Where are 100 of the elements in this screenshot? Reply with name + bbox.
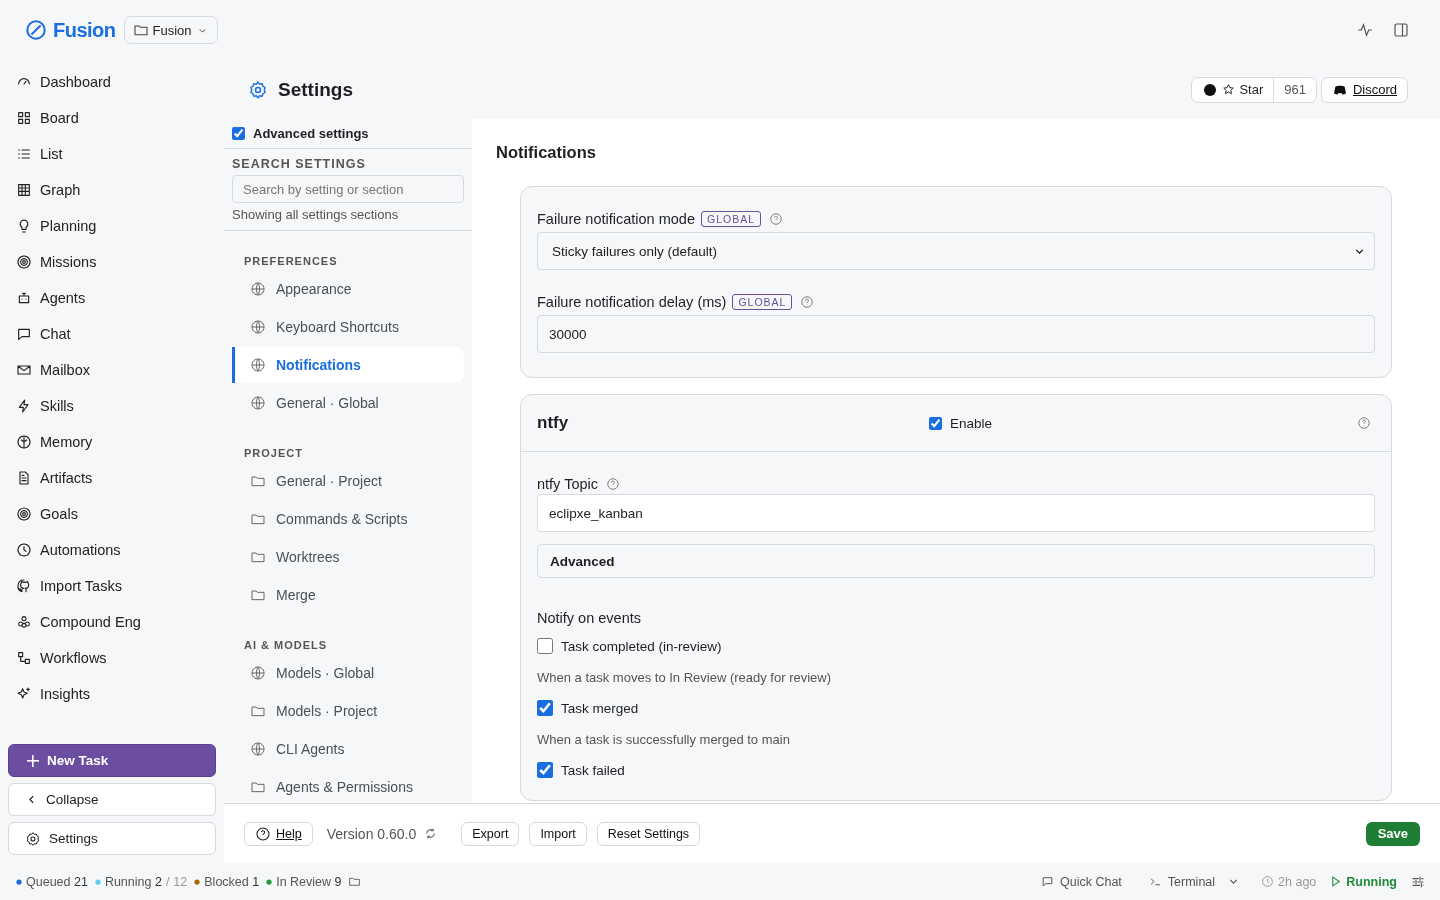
sidebar-item[interactable]: Chat xyxy=(8,316,216,352)
folder-icon xyxy=(250,587,266,603)
folder-icon xyxy=(250,549,266,565)
event-checkbox[interactable] xyxy=(537,700,553,716)
chat-icon xyxy=(16,326,32,342)
terminal-button[interactable]: Terminal xyxy=(1142,873,1247,890)
sidebar-item[interactable]: List xyxy=(8,136,216,172)
section-title: Notifications xyxy=(496,143,597,162)
event-checkbox[interactable] xyxy=(537,638,553,654)
settings-nav-item[interactable]: Models · Project xyxy=(232,693,464,729)
advanced-settings-checkbox[interactable] xyxy=(232,127,245,140)
target-icon xyxy=(16,506,32,522)
sidebar-item[interactable]: Automations xyxy=(8,532,216,568)
events-heading: Notify on events xyxy=(537,610,642,626)
list-icon xyxy=(16,146,32,162)
sidebar-item[interactable]: Workflows xyxy=(8,640,216,676)
event-toggle[interactable]: Task failed xyxy=(537,760,1375,780)
workflow-icon xyxy=(16,650,32,666)
settings-nav-item[interactable]: CLI Agents xyxy=(232,731,464,767)
event-toggle[interactable]: Task merged xyxy=(537,698,1375,718)
project-selector[interactable]: Fusion xyxy=(123,16,218,44)
status-count: Blocked 1 xyxy=(204,874,260,889)
last-run-time: 2h ago xyxy=(1278,874,1317,889)
globe-icon xyxy=(250,357,266,373)
help-icon[interactable] xyxy=(800,295,815,309)
settings-nav-item[interactable]: Commands & Scripts xyxy=(232,501,464,537)
help-icon[interactable] xyxy=(769,212,783,226)
sidebar-item[interactable]: Skills xyxy=(8,388,216,424)
field-label: Failure notification mode xyxy=(537,211,695,227)
sidebar-item[interactable]: Graph xyxy=(8,172,216,208)
search-note: Showing all settings sections xyxy=(232,207,400,222)
sidebar-item[interactable]: Missions xyxy=(8,244,216,280)
play-icon xyxy=(1329,875,1343,888)
globe-icon xyxy=(250,281,266,297)
sidebar-item[interactable]: Mailbox xyxy=(8,352,216,388)
sidebar-item[interactable]: Memory xyxy=(8,424,216,460)
input-field[interactable]: 30000 xyxy=(537,315,1375,353)
status-total: 12 xyxy=(173,874,188,889)
folder-icon xyxy=(250,511,266,527)
settings-nav-item[interactable]: Worktrees xyxy=(232,539,464,575)
field-label: Failure notification delay (ms) xyxy=(537,294,727,310)
enable-toggle[interactable]: Enable xyxy=(929,415,1354,431)
sidebar-item[interactable]: Artifacts xyxy=(8,460,216,496)
advanced-settings-toggle[interactable]: Advanced settings xyxy=(224,119,472,149)
settings-nav-item[interactable]: Models · Global xyxy=(232,655,464,691)
advanced-section-toggle[interactable]: Advanced xyxy=(537,544,1375,578)
folder-icon xyxy=(250,779,266,795)
settings-nav-item[interactable]: Agents & Permissions xyxy=(232,769,464,803)
sparkle-icon xyxy=(16,686,32,702)
help-icon[interactable] xyxy=(606,477,620,491)
search-heading: SEARCH SETTINGS xyxy=(232,157,367,171)
refresh-icon[interactable] xyxy=(424,827,438,840)
chat-icon xyxy=(1041,875,1054,888)
folder-icon[interactable] xyxy=(348,875,362,888)
globe-icon xyxy=(250,741,266,757)
sidebar-item[interactable]: Board xyxy=(8,100,216,136)
cluster-icon xyxy=(16,614,32,630)
settings-button[interactable]: Settings xyxy=(8,822,216,855)
select-field[interactable]: Sticky failures only (default) xyxy=(537,232,1375,270)
settings-nav-item[interactable]: General · Project xyxy=(232,463,464,499)
globe-icon xyxy=(250,665,266,681)
app-name: Fusion xyxy=(53,18,116,42)
save-button[interactable]: Save xyxy=(1365,821,1420,846)
settings-nav-item[interactable]: Keyboard Shortcuts xyxy=(232,309,464,345)
footer-button[interactable]: Export xyxy=(461,821,520,846)
sidebar-item[interactable]: Agents xyxy=(8,280,216,316)
discord-link[interactable]: Discord xyxy=(1320,76,1408,103)
settings-nav-item[interactable]: General · Global xyxy=(232,385,464,421)
help-icon xyxy=(255,825,271,842)
sidebar-item[interactable]: Import Tasks xyxy=(8,568,216,604)
sidebar-item[interactable]: Goals xyxy=(8,496,216,532)
checkbox-label: Advanced settings xyxy=(253,126,369,141)
settings-nav-item[interactable]: Merge xyxy=(232,577,464,613)
sidebar-item[interactable]: Insights xyxy=(8,676,216,712)
sidebar-item[interactable]: Dashboard xyxy=(8,64,216,100)
enable-checkbox[interactable] xyxy=(929,416,942,430)
event-toggle[interactable]: Task completed (in-review) xyxy=(537,636,1375,656)
collapse-button[interactable]: Collapse xyxy=(8,783,216,816)
settings-nav-item[interactable]: Appearance xyxy=(232,271,464,307)
quick-chat-button[interactable]: Quick Chat xyxy=(1035,873,1128,890)
folder-icon xyxy=(250,703,266,719)
logo-icon xyxy=(25,19,47,41)
input-field[interactable]: eclipxe_kanban xyxy=(537,494,1375,532)
footer-button[interactable]: Reset Settings xyxy=(596,821,701,846)
event-checkbox[interactable] xyxy=(537,762,553,778)
help-link[interactable]: Help xyxy=(244,821,313,846)
new-task-button[interactable]: New Task xyxy=(8,744,216,777)
settings-nav-item[interactable]: Notifications xyxy=(232,347,464,383)
footer-button[interactable]: Import xyxy=(529,821,587,846)
sidebar-item[interactable]: Planning xyxy=(8,208,216,244)
search-field[interactable]: Search by setting or section xyxy=(232,175,464,203)
star-icon xyxy=(1222,83,1236,96)
activity-icon[interactable] xyxy=(1356,21,1374,39)
panel-icon[interactable] xyxy=(1392,21,1410,39)
github-star-button[interactable]: Star 961 xyxy=(1191,76,1317,103)
scope-badge: GLOBAL xyxy=(701,211,761,227)
event-description: When a task moves to In Review (ready for review) xyxy=(537,670,833,685)
sidebar-item[interactable]: Compound Eng xyxy=(8,604,216,640)
help-icon[interactable] xyxy=(1357,416,1371,430)
clock-icon xyxy=(16,542,32,558)
